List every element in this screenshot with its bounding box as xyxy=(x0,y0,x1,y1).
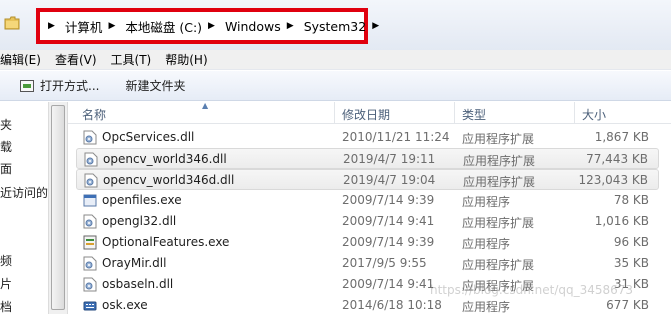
nav-item[interactable]: 载 xyxy=(0,138,12,155)
breadcrumb-item[interactable]: Windows ▶ xyxy=(221,19,300,34)
menu-tools[interactable]: 工具(T) xyxy=(111,51,166,68)
file-size: 123,043 KB xyxy=(578,173,648,187)
file-name: osk.exe xyxy=(102,298,148,312)
breadcrumb-label: 计算机 xyxy=(64,19,103,35)
dll-icon xyxy=(83,277,97,292)
file-row[interactable]: OrayMir.dll 2017/9/5 9:55 应用程序扩展 35 KB xyxy=(76,253,659,274)
chevron-right-icon[interactable]: ▶ xyxy=(46,21,61,31)
file-size: 677 KB xyxy=(606,298,649,312)
breadcrumb-label: 本地磁盘 (C:) xyxy=(125,19,203,35)
file-row[interactable]: OpcServices.dll 2010/11/21 11:24 应用程序扩展 1,8… xyxy=(76,127,659,148)
file-date: 2009/7/14 9:41 xyxy=(342,214,435,228)
nav-item[interactable]: 档 xyxy=(0,298,12,314)
nav-scrollbar-thumb[interactable] xyxy=(51,105,65,310)
file-row[interactable]: OptionalFeatures.exe 2009/7/14 9:39 应用程序 96… xyxy=(76,232,659,253)
file-row[interactable]: openfiles.exe 2009/7/14 9:39 应用程序 78 KB xyxy=(76,190,659,211)
dll-icon xyxy=(83,130,97,145)
file-row[interactable]: opengl32.dll 2009/7/14 9:41 应用程序扩展 1,016 KB xyxy=(76,211,659,232)
address-bar-area: ▶ 计算机 ▶ 本地磁盘 (C:) ▶ Windows ▶ System32 ▶ xyxy=(0,0,671,50)
breadcrumb-item[interactable]: 计算机 ▶ xyxy=(61,17,121,36)
file-date: 2009/7/14 9:39 xyxy=(342,235,435,249)
file-name: OpcServices.dll xyxy=(102,130,195,144)
file-type: 应用程序扩展 xyxy=(463,175,536,189)
nav-item[interactable]: 近访问的 xyxy=(0,184,48,201)
file-type: 应用程序扩展 xyxy=(462,258,535,272)
file-name: opencv_world346d.dll xyxy=(103,173,235,187)
new-folder-button[interactable]: 新建文件夹 xyxy=(125,77,185,94)
file-type: 应用程序扩展 xyxy=(463,154,536,168)
menu-help[interactable]: 帮助(H) xyxy=(165,51,221,68)
column-divider[interactable] xyxy=(574,102,575,124)
nav-scrollbar[interactable] xyxy=(48,102,68,314)
dll-icon xyxy=(84,173,98,188)
file-size: 96 KB xyxy=(613,235,649,249)
nav-item[interactable]: 片 xyxy=(0,275,12,292)
dll-icon xyxy=(83,256,97,271)
address-bar[interactable]: ▶ 计算机 ▶ 本地磁盘 (C:) ▶ Windows ▶ System32 ▶ xyxy=(36,8,379,44)
file-row[interactable]: opencv_world346.dll 2019/4/7 19:11 应用程序扩展 7… xyxy=(76,148,659,169)
file-date: 2014/6/18 10:18 xyxy=(342,298,442,312)
features-icon xyxy=(83,235,97,250)
menu-view[interactable]: 查看(V) xyxy=(55,51,111,68)
file-name: OrayMir.dll xyxy=(102,256,167,270)
chevron-right-icon[interactable]: ▶ xyxy=(285,21,300,31)
file-type: 应用程序 xyxy=(462,300,511,314)
dll-icon xyxy=(84,152,98,167)
chevron-right-icon[interactable]: ▶ xyxy=(370,21,385,31)
breadcrumb-item[interactable]: 本地磁盘 (C:) ▶ xyxy=(121,17,221,36)
file-size: 1,016 KB xyxy=(594,214,649,228)
file-date: 2019/4/7 19:04 xyxy=(343,173,436,187)
keyboard-icon xyxy=(83,298,97,313)
file-type: 应用程序 xyxy=(462,237,511,251)
column-divider[interactable] xyxy=(334,102,335,124)
file-name: OptionalFeatures.exe xyxy=(102,235,230,249)
sort-ascending-icon: ▲ xyxy=(202,101,209,110)
open-with-button[interactable]: 打开方式... xyxy=(20,77,99,94)
column-size[interactable]: 大小 xyxy=(582,106,606,123)
file-name: opengl32.dll xyxy=(102,214,177,228)
open-with-icon xyxy=(20,79,34,92)
breadcrumb-label: Windows xyxy=(224,18,281,34)
file-name: opencv_world346.dll xyxy=(103,152,227,166)
dll-icon xyxy=(83,214,97,229)
file-name: openfiles.exe xyxy=(102,193,182,207)
watermark: https://blog.csdn.net/qq_3458673 xyxy=(430,283,634,297)
file-type: 应用程序 xyxy=(462,195,511,209)
exe-icon xyxy=(83,193,97,208)
file-date: 2009/7/14 9:41 xyxy=(342,277,435,291)
nav-item[interactable]: 夹 xyxy=(0,116,12,133)
file-date: 2009/7/14 9:39 xyxy=(342,193,435,207)
chevron-right-icon[interactable]: ▶ xyxy=(106,21,121,31)
nav-item[interactable]: 面 xyxy=(0,160,12,177)
file-date: 2017/9/5 9:55 xyxy=(342,256,427,270)
column-type[interactable]: 类型 xyxy=(462,106,486,123)
column-date[interactable]: 修改日期 xyxy=(342,106,390,123)
column-divider[interactable] xyxy=(454,102,455,124)
breadcrumb-item[interactable]: System32 ▶ xyxy=(300,19,385,34)
open-with-label: 打开方式... xyxy=(40,79,100,93)
file-row[interactable]: opencv_world346d.dll 2019/4/7 19:04 应用程序扩展… xyxy=(76,169,659,190)
file-name: osbaseln.dll xyxy=(102,277,174,291)
menu-bar: 编辑(E) 查看(V) 工具(T) 帮助(H) xyxy=(0,50,671,70)
menu-edit[interactable]: 编辑(E) xyxy=(0,51,55,68)
file-size: 35 KB xyxy=(613,256,649,270)
file-size: 1,867 KB xyxy=(594,130,649,144)
breadcrumb-label: System32 xyxy=(303,18,367,34)
file-size: 78 KB xyxy=(613,193,649,207)
file-type: 应用程序扩展 xyxy=(462,216,535,230)
folder-icon xyxy=(4,16,20,30)
file-date: 2010/11/21 11:24 xyxy=(342,130,450,144)
column-headers: ▲ 名称 修改日期 类型 大小 xyxy=(68,101,671,124)
file-type: 应用程序扩展 xyxy=(462,132,535,146)
column-name[interactable]: 名称 xyxy=(82,106,106,123)
file-date: 2019/4/7 19:11 xyxy=(343,152,436,166)
command-bar: 打开方式... 新建文件夹 xyxy=(0,71,671,101)
file-row[interactable]: osk.exe 2014/6/18 10:18 应用程序 677 KB xyxy=(76,295,659,314)
chevron-right-icon[interactable]: ▶ xyxy=(206,21,221,31)
nav-item[interactable]: 频 xyxy=(0,252,12,269)
file-size: 77,443 KB xyxy=(586,152,648,166)
